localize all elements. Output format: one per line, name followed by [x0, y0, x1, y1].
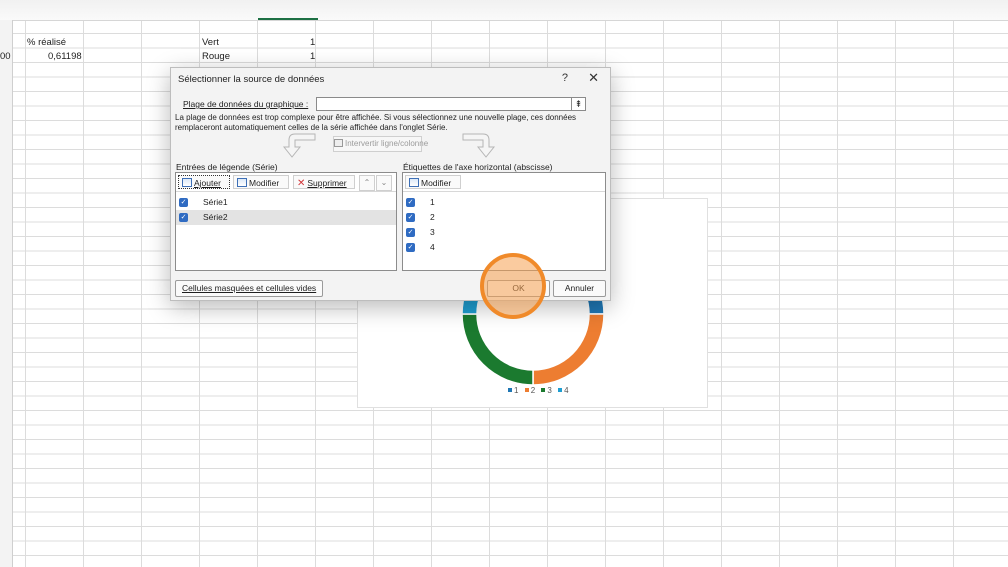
arrow-left-icon: [282, 133, 316, 158]
legend-swatch-1: [508, 388, 512, 392]
selected-column-marker: [258, 18, 318, 20]
series-item-1[interactable]: ✓ Série1: [176, 195, 396, 210]
legend-label-4: 4: [564, 386, 569, 395]
chart-legend: 1 2 3 4: [504, 386, 569, 395]
axis-1-checkbox[interactable]: ✓: [406, 198, 415, 207]
switch-row-column-button[interactable]: Intervertir ligne/colonne: [333, 136, 428, 152]
color-value-cell-1[interactable]: 1: [310, 37, 315, 48]
delete-series-button[interactable]: ✕ Supprimer: [293, 175, 355, 189]
axis-labels-header: Étiquettes de l'axe horizontal (abscisse…: [403, 162, 553, 172]
row-headers: [0, 20, 13, 567]
move-down-button[interactable]: ⌄: [376, 175, 392, 191]
edit-series-button[interactable]: Modifier: [233, 175, 289, 189]
color-label-cell-2[interactable]: Rouge: [202, 51, 230, 62]
percent-header-cell[interactable]: % réalisé: [27, 37, 66, 48]
edit-icon: [237, 178, 247, 187]
color-value-cell-2[interactable]: 1: [310, 51, 315, 62]
donut-segment-3[interactable]: [461, 313, 534, 386]
series-1-label: Série1: [203, 197, 228, 207]
donut-segment-2[interactable]: [532, 313, 605, 386]
arrow-right-icon: [462, 133, 496, 158]
cancel-button[interactable]: Annuler: [553, 280, 606, 297]
legend-swatch-2: [524, 388, 529, 392]
series-2-label: Série2: [203, 212, 228, 222]
series-1-checkbox[interactable]: ✓: [179, 198, 188, 207]
range-label: Plage de données du graphique :: [183, 99, 309, 109]
dialog-title: Sélectionner la source de données: [178, 74, 325, 85]
percent-value-cell[interactable]: 0,61198: [48, 51, 82, 62]
legend-entries-header: Entrées de légende (Série): [176, 162, 278, 172]
legend-label-1: 1: [514, 386, 519, 395]
legend-label-2: 2: [530, 386, 536, 395]
series-toolbar: Ajouter Modifier ✕ Supprimer ⌃ ⌄: [176, 173, 396, 192]
axis-3-checkbox[interactable]: ✓: [406, 228, 415, 237]
legend-swatch-4: [558, 388, 563, 392]
axis-item-2[interactable]: ✓ 2: [403, 210, 605, 225]
edit-axis-icon: [409, 178, 419, 187]
axis-4-checkbox[interactable]: ✓: [406, 243, 415, 252]
series-2-checkbox[interactable]: ✓: [179, 213, 188, 222]
axis-4-label: 4: [430, 242, 435, 252]
series-list-panel: Ajouter Modifier ✕ Supprimer ⌃ ⌄ ✓ Série1…: [175, 172, 397, 271]
add-icon: [182, 178, 192, 187]
range-note: La plage de données est trop complexe po…: [175, 113, 577, 132]
move-up-button[interactable]: ⌃: [359, 175, 375, 191]
color-label-cell-1[interactable]: Vert: [202, 37, 219, 48]
add-series-button[interactable]: Ajouter: [178, 175, 230, 189]
delete-icon: ✕: [297, 178, 306, 189]
column-headers: [0, 0, 1008, 21]
axis-item-4[interactable]: ✓ 4: [403, 240, 605, 255]
axis-3-label: 3: [430, 227, 435, 237]
axis-item-3[interactable]: ✓ 3: [403, 225, 605, 240]
axis-2-checkbox[interactable]: ✓: [406, 213, 415, 222]
axis-1-label: 1: [430, 197, 435, 207]
hidden-empty-cells-button[interactable]: Cellules masquées et cellules vides: [175, 280, 324, 297]
edit-axis-labels-button[interactable]: Modifier: [405, 175, 461, 189]
switch-icon: [334, 139, 343, 147]
range-input[interactable]: [316, 97, 572, 111]
close-button[interactable]: ✕: [588, 70, 599, 86]
axis-2-label: 2: [430, 212, 435, 222]
select-data-source-dialog: Sélectionner la source de données ? ✕ Pl…: [170, 67, 611, 301]
axis-toolbar: Modifier: [403, 173, 605, 192]
legend-swatch-3: [541, 388, 546, 392]
series-item-2[interactable]: ✓ Série2: [176, 210, 396, 225]
row-number-partial: 00: [0, 51, 11, 62]
click-highlight: [480, 253, 546, 319]
switch-label: Intervertir ligne/colonne: [345, 139, 429, 148]
legend-label-3: 3: [547, 386, 552, 395]
axis-item-1[interactable]: ✓ 1: [403, 195, 605, 210]
range-collapse-button[interactable]: ⇞: [571, 97, 586, 111]
help-button[interactable]: ?: [562, 72, 568, 84]
